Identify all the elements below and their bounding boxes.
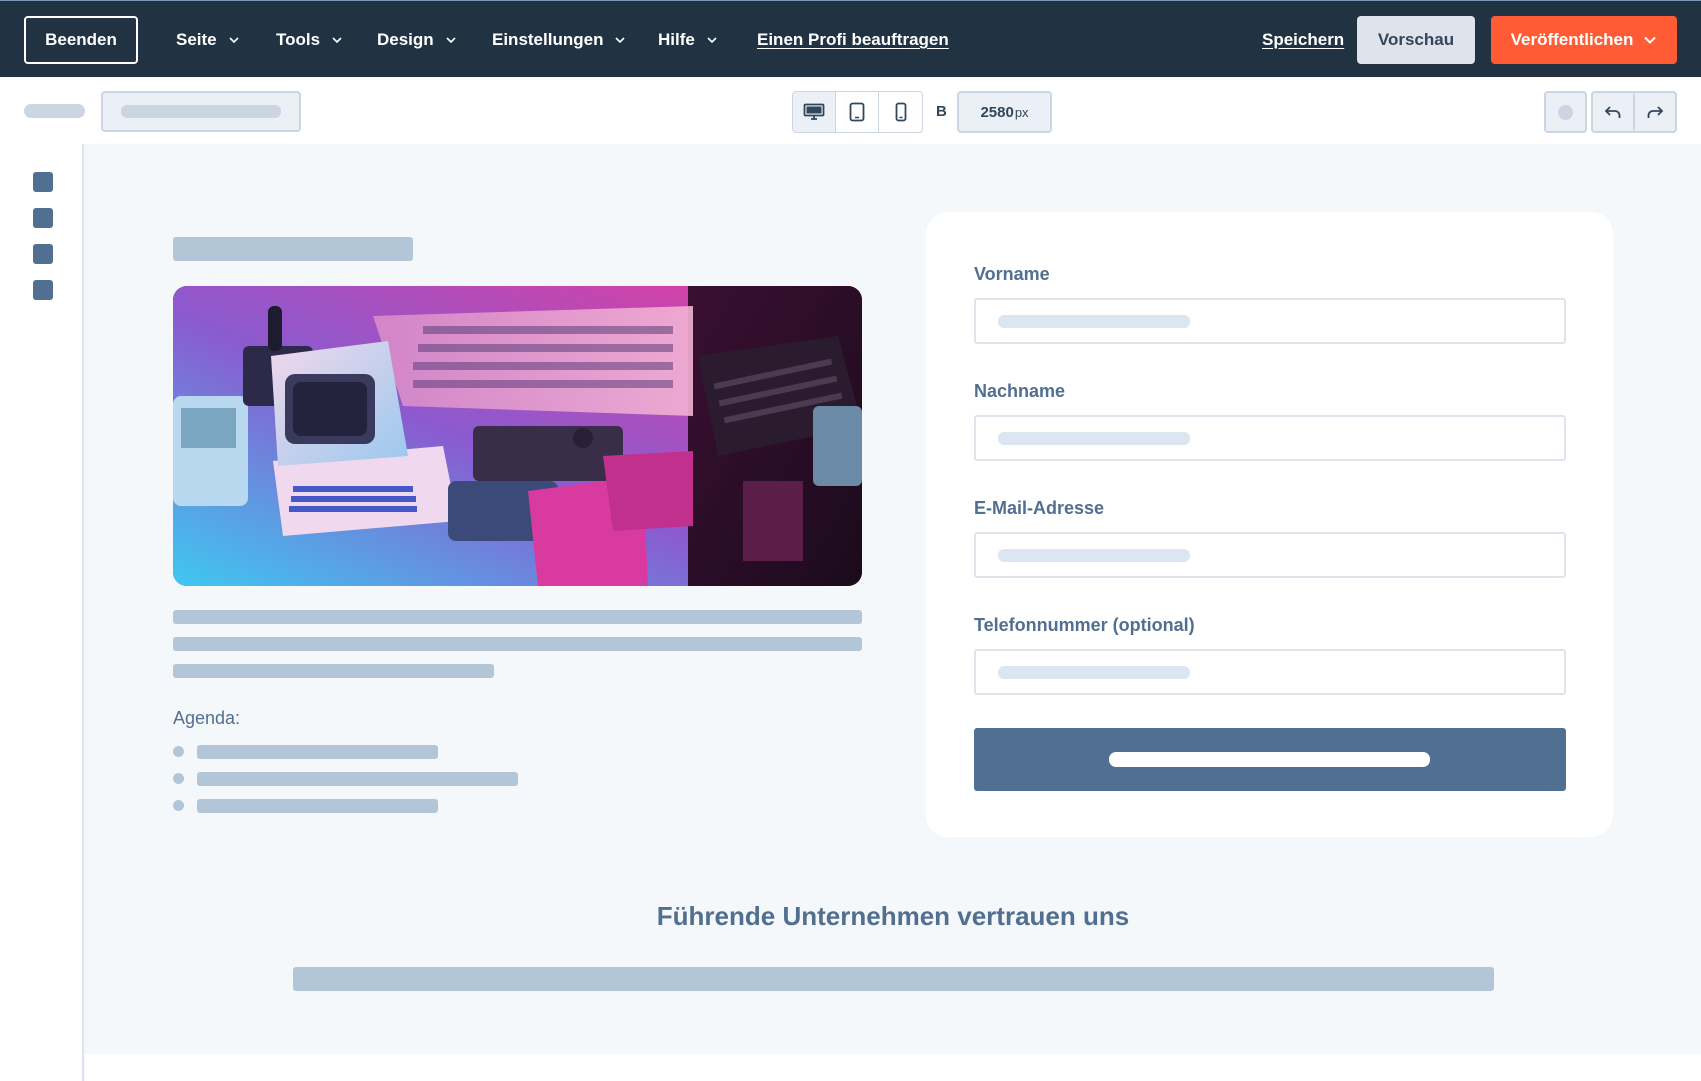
left-sidebar xyxy=(0,144,84,1081)
hire-expert-link[interactable]: Einen Profi beauftragen xyxy=(757,25,949,55)
text-line-placeholder xyxy=(173,610,862,624)
device-desktop-button[interactable] xyxy=(793,92,836,132)
field-placeholder xyxy=(998,666,1190,679)
field-placeholder xyxy=(998,315,1190,328)
top-nav-bar: Beenden Seite Tools Design Einstellungen… xyxy=(0,0,1701,77)
email-label: E-Mail-Adresse xyxy=(974,498,1105,518)
sidebar-item-4[interactable] xyxy=(33,280,53,300)
redo-icon xyxy=(1647,106,1664,118)
width-value: 2580 xyxy=(980,103,1014,121)
first-name-label: Vorname xyxy=(974,264,1050,284)
menu-page-label: Seite xyxy=(176,30,217,49)
hero-image xyxy=(173,286,862,586)
menu-tools[interactable]: Tools xyxy=(276,23,344,57)
undo-button[interactable] xyxy=(1593,93,1635,131)
mobile-icon xyxy=(895,102,906,122)
field-placeholder xyxy=(998,549,1190,562)
trust-heading: Führende Unternehmen vertrauen uns xyxy=(656,901,1130,931)
agenda-label: Agenda: xyxy=(173,708,241,728)
last-name-label: Nachname xyxy=(974,381,1066,401)
agenda-item-placeholder xyxy=(197,799,438,813)
device-switcher xyxy=(792,91,923,133)
publish-button-label: Veröffentlichen xyxy=(1510,30,1634,49)
chevron-down-icon xyxy=(1644,36,1657,44)
page-selector-placeholder xyxy=(121,105,281,118)
field-placeholder xyxy=(998,432,1190,445)
phone-field[interactable] xyxy=(974,649,1566,695)
publish-button[interactable]: Veröffentlichen xyxy=(1491,16,1677,64)
chevron-down-icon xyxy=(615,37,626,44)
save-link[interactable]: Speichern xyxy=(1262,25,1344,55)
sidebar-item-1[interactable] xyxy=(33,172,53,192)
device-mobile-button[interactable] xyxy=(879,92,922,132)
desktop-icon xyxy=(803,103,825,120)
page-selector[interactable] xyxy=(101,91,301,132)
menu-design[interactable]: Design xyxy=(377,23,458,57)
menu-tools-label: Tools xyxy=(276,30,321,49)
undo-icon xyxy=(1604,106,1621,118)
device-tablet-button[interactable] xyxy=(836,92,879,132)
text-line-placeholder xyxy=(173,664,494,678)
menu-help[interactable]: Hilfe xyxy=(658,23,719,57)
bullet-dot xyxy=(173,746,184,757)
chevron-down-icon xyxy=(229,37,239,44)
logo-strip-placeholder xyxy=(293,967,1494,991)
agenda-item-placeholder xyxy=(197,745,438,759)
heading-placeholder xyxy=(173,237,413,261)
dot-icon xyxy=(1558,104,1573,120)
canvas-bottom-section xyxy=(85,1054,1701,1081)
width-input[interactable]: 2580 px xyxy=(957,91,1052,133)
menu-help-label: Hilfe xyxy=(658,30,695,49)
agenda-item-placeholder xyxy=(197,772,518,786)
status-button[interactable] xyxy=(1544,91,1587,133)
last-name-field[interactable] xyxy=(974,415,1566,461)
toolbar-placeholder xyxy=(24,104,85,118)
menu-settings-label: Einstellungen xyxy=(492,30,604,49)
sidebar-item-3[interactable] xyxy=(33,244,53,264)
email-field[interactable] xyxy=(974,532,1566,578)
undo-redo-group xyxy=(1591,91,1677,133)
menu-design-label: Design xyxy=(377,30,434,49)
menu-page[interactable]: Seite xyxy=(176,23,241,57)
bullet-dot xyxy=(173,773,184,784)
chevron-down-icon xyxy=(446,37,456,44)
preview-button[interactable]: Vorschau xyxy=(1357,16,1475,64)
phone-label: Telefonnummer (optional) xyxy=(974,615,1195,635)
editor-toolbar: B 2580 px xyxy=(0,77,1701,144)
redo-button[interactable] xyxy=(1635,93,1675,131)
exit-button[interactable]: Beenden xyxy=(24,16,138,64)
text-line-placeholder xyxy=(173,637,862,651)
first-name-field[interactable] xyxy=(974,298,1566,344)
width-unit: px xyxy=(1014,104,1029,120)
sidebar-item-2[interactable] xyxy=(33,208,53,228)
chevron-down-icon xyxy=(332,37,342,44)
menu-settings[interactable]: Einstellungen xyxy=(492,23,627,57)
tablet-icon xyxy=(849,102,865,122)
retro-computers-image xyxy=(173,286,862,586)
width-prefix-label: B xyxy=(936,103,947,120)
submit-button[interactable] xyxy=(974,728,1566,791)
bullet-dot xyxy=(173,800,184,811)
chevron-down-icon xyxy=(707,37,717,44)
submit-label-placeholder xyxy=(1109,752,1430,767)
